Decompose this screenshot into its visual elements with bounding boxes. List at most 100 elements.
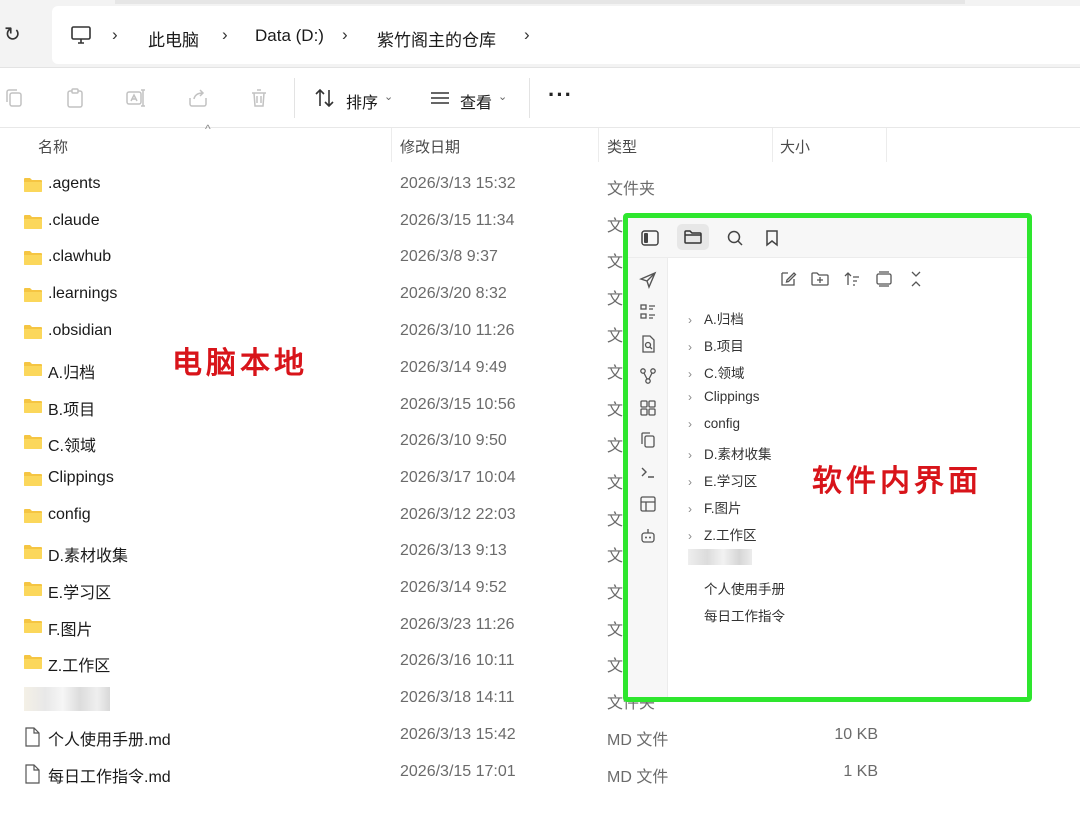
file-date: 2026/3/14 9:49 [400,359,507,376]
folder-icon [24,399,42,413]
breadcrumb-drive[interactable]: Data (D:) [255,26,324,46]
sidebar-toggle-icon[interactable] [640,228,660,248]
column-divider[interactable] [772,128,773,162]
chevron-right-icon[interactable]: › [112,25,118,45]
breadcrumb-folder[interactable]: 紫竹阁主的仓库 [377,26,496,51]
file-search-icon[interactable] [638,334,658,354]
tree-folder[interactable]: › E.学习区 [688,470,757,490]
folder-icon [24,178,42,192]
new-folder-icon[interactable] [810,269,830,289]
tree-folder[interactable]: › A.归档 [688,308,744,328]
file-name: E.学习区 [48,585,112,602]
file-type: MD 文件 [607,769,669,786]
chevron-right-icon: › [688,390,692,404]
chevron-down-icon[interactable]: ⌄ [498,90,507,103]
tree-folder-label: Clippings [704,389,760,404]
column-modified[interactable]: 修改日期 [400,136,460,157]
list-icon[interactable] [638,302,658,322]
sort-icon[interactable] [313,86,337,110]
file-type: 文 [607,622,624,639]
column-name[interactable]: 名称 [38,136,68,157]
file-date: 2026/3/10 9:50 [400,432,507,449]
more-options-icon[interactable]: ··· [548,82,573,108]
tree-file[interactable]: 每日工作指令 [704,605,785,625]
file-name: B.项目 [48,402,96,419]
sort-button[interactable]: 排序 [346,89,378,113]
graph-icon[interactable] [638,366,658,386]
tree-folder[interactable]: › Z.工作区 [688,524,757,544]
collapse-all-icon[interactable] [906,269,926,289]
grid-icon[interactable] [638,398,658,418]
redacted-folder-name [24,687,110,711]
file-date: 2026/3/16 10:11 [400,652,515,669]
copy-icon[interactable] [2,86,26,110]
command-bar: 排序 ⌄ 查看 ⌄ ··· [0,68,1080,128]
bookmark-icon[interactable] [762,228,782,248]
file-date: 2026/3/17 10:04 [400,469,516,486]
layout-icon[interactable] [638,494,658,514]
list-item[interactable]: .agents 2026/3/13 15:32 文件夹 [0,167,1080,203]
sort-order-icon[interactable] [842,269,862,289]
document-icon [25,727,40,747]
file-date: 2026/3/18 14:11 [400,689,515,706]
new-note-icon[interactable] [778,269,798,289]
file-name: Z.工作区 [48,658,111,675]
file-type: 文 [607,658,624,675]
column-divider[interactable] [391,128,392,162]
tree-folder-label: E.学习区 [704,474,758,489]
view-icon[interactable] [428,86,452,110]
file-date: 2026/3/13 15:32 [400,175,516,192]
tree-folder[interactable]: › D.素材收集 [688,443,772,463]
column-type[interactable]: 类型 [607,136,637,157]
document-icon [25,764,40,784]
chevron-right-icon: › [688,475,692,489]
chevron-right-icon[interactable]: › [342,25,348,45]
file-name: F.图片 [48,622,93,639]
annotation-local: 电脑本地 [172,346,308,381]
file-type: 文 [607,402,624,419]
list-item[interactable]: 每日工作指令.md 2026/3/15 17:01 MD 文件 1 KB [0,755,1080,791]
tree-folder[interactable]: › Clippings [688,389,760,404]
chevron-right-icon[interactable]: › [524,25,530,45]
tree-folder[interactable]: › B.项目 [688,335,744,355]
refresh-icon[interactable]: ↻ [4,24,26,46]
file-name: .obsidian [48,322,113,339]
column-divider[interactable] [886,128,887,162]
rename-icon[interactable] [124,86,148,110]
file-date: 2026/3/15 11:34 [400,212,515,229]
chevron-right-icon: › [688,448,692,462]
paste-icon[interactable] [63,86,87,110]
file-type: 文 [607,291,624,308]
tree-folder[interactable]: › F.图片 [688,497,742,517]
chevron-right-icon: › [688,340,692,354]
file-type: 文 [607,365,624,382]
auto-reveal-icon[interactable] [874,269,894,289]
view-button[interactable]: 查看 [460,89,492,113]
bot-icon[interactable] [638,526,658,546]
send-icon[interactable] [638,270,658,290]
breadcrumb-this-pc[interactable]: 此电脑 [148,26,199,51]
share-icon[interactable] [186,86,210,110]
folder-open-icon[interactable] [683,227,703,247]
file-name: .clawhub [48,248,112,265]
terminal-icon[interactable] [638,462,658,482]
chevron-down-icon[interactable]: ⌄ [384,90,393,103]
list-item[interactable]: 个人使用手册.md 2026/3/13 15:42 MD 文件 10 KB [0,718,1080,754]
column-divider[interactable] [598,128,599,162]
file-date: 2026/3/23 11:26 [400,616,515,633]
chevron-right-icon[interactable]: › [222,25,228,45]
chevron-right-icon: › [688,529,692,543]
folder-icon [24,619,42,633]
column-size[interactable]: 大小 [780,136,810,157]
tree-folder[interactable]: › config [688,416,740,431]
copy-pages-icon[interactable] [638,430,658,450]
search-icon[interactable] [725,228,745,248]
file-name: config [48,506,91,523]
toolbar-divider [529,78,530,118]
address-field[interactable]: › 此电脑 › Data (D:) › 紫竹阁主的仓库 › [52,6,1080,64]
tree-folder[interactable]: › C.领域 [688,362,745,382]
delete-icon[interactable] [247,86,271,110]
file-date: 2026/3/15 17:01 [400,763,516,780]
file-name: .claude [48,212,100,229]
tree-file[interactable]: 个人使用手册 [704,578,785,598]
